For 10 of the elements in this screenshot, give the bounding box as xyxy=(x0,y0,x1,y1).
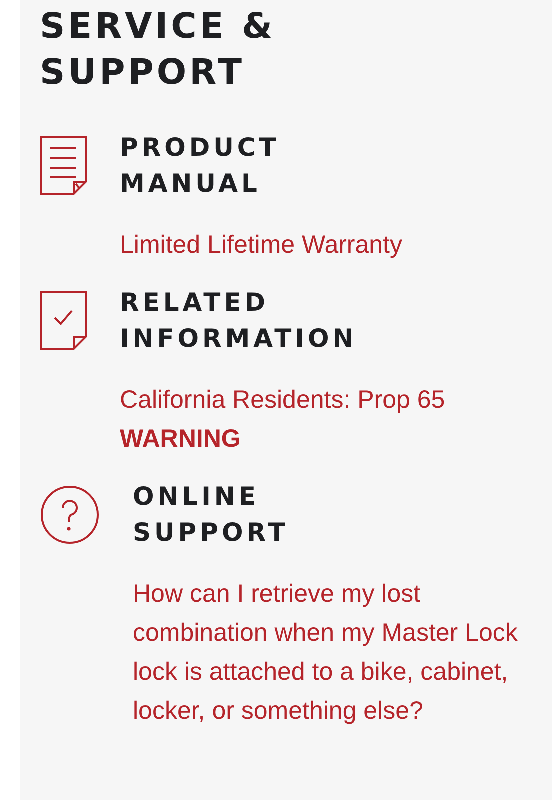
document-check-icon xyxy=(40,291,88,351)
section-heading: RELATED INFORMATION xyxy=(120,287,358,355)
section-link[interactable]: California Residents: Prop 65 WARNING xyxy=(120,381,520,459)
section-heading: PRODUCT MANUAL xyxy=(120,132,281,200)
page-title: SERVICE & SUPPORT xyxy=(40,6,276,95)
section-link[interactable]: How can I retrieve my lost combination when my Master Lock lock is attached to a bike, cabinet, locker, or something else? xyxy=(133,575,532,731)
section-link[interactable]: Limited Lifetime Warranty xyxy=(120,226,520,265)
section-heading: ONLINE SUPPORT xyxy=(133,481,290,549)
document-icon xyxy=(40,136,88,196)
question-icon xyxy=(40,485,100,545)
